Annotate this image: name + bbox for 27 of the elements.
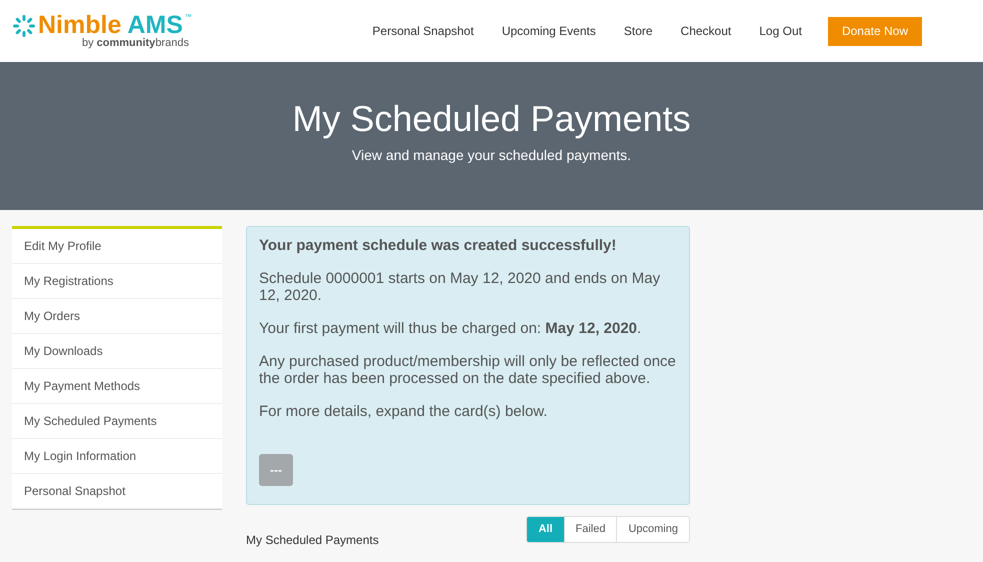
nav-link[interactable]: Personal Snapshot — [372, 22, 474, 40]
logo-wordmark-suffix: AMS — [127, 13, 183, 38]
sidebar-item[interactable]: My Scheduled Payments — [12, 404, 222, 439]
sidebar-item[interactable]: Edit My Profile — [12, 229, 222, 264]
logo-wordmark: Nimble — [38, 13, 122, 38]
nav-link[interactable]: Store — [624, 22, 653, 40]
sidebar-item[interactable]: Personal Snapshot — [12, 474, 222, 509]
sidebar-item[interactable]: My Downloads — [12, 334, 222, 369]
alert-paragraph: Your first payment will thus be charged on: May 12, 2020. — [259, 320, 642, 337]
logo-burst-icon — [12, 14, 36, 38]
nav-link[interactable]: Upcoming Events — [502, 22, 596, 40]
alert-paragraph: Any purchased product/membership will only be reflected once the order has been processed on the date specified above. — [259, 353, 677, 387]
sidebar-item[interactable]: My Registrations — [12, 264, 222, 299]
nav-link[interactable]: Checkout — [680, 22, 732, 40]
logo-tagline: communitybrands — [96, 38, 189, 49]
alert-paragraph: For more details, expand the card(s) below. — [259, 403, 548, 420]
alert-heading: Your payment schedule was created successfully! — [259, 237, 618, 254]
page-subtitle: View and manage your scheduled payments. — [352, 146, 632, 165]
nav-link[interactable]: Log Out — [759, 22, 802, 40]
section-title: My Scheduled Payments — [246, 532, 379, 549]
sidebar-item[interactable]: My Login Information — [12, 439, 222, 474]
logo-tagline-prefix: by — [82, 38, 94, 49]
alert-paragraph: Schedule 0000001 starts on May 12, 2020 and ends on May 12, 2020. — [259, 270, 662, 304]
sidebar-item[interactable]: My Orders — [12, 299, 222, 334]
sidebar-item[interactable]: My Payment Methods — [12, 369, 222, 404]
page-title: My Scheduled Payments — [292, 97, 691, 141]
filter-tab[interactable]: Upcoming — [616, 517, 689, 542]
